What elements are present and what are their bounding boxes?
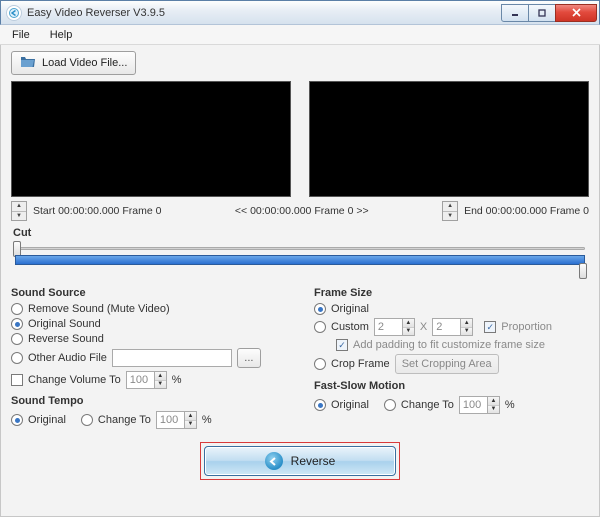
radio-remove-sound[interactable] (11, 303, 23, 315)
tempo-original-label: Original (28, 414, 66, 426)
timeline-info: ▲▼ Start 00:00:00.000 Frame 0 << 00:00:0… (11, 201, 589, 221)
original-sound-label: Original Sound (28, 318, 101, 330)
radio-tempo-change[interactable] (81, 414, 93, 426)
motion-spinner[interactable]: 100 ▲▼ (459, 396, 500, 414)
dimension-x: X (420, 321, 427, 333)
end-frame-spinner[interactable]: ▲▼ (442, 201, 458, 221)
crop-frame-label: Crop Frame (331, 358, 390, 370)
other-audio-label: Other Audio File (28, 352, 107, 364)
radio-motion-original[interactable] (314, 399, 326, 411)
menu-bar: File Help (0, 25, 600, 45)
proportion-label: Proportion (501, 321, 552, 333)
cut-thumb-end[interactable] (579, 263, 587, 279)
motion-original-label: Original (331, 399, 369, 411)
reverse-button[interactable]: Reverse (204, 446, 396, 476)
framesize-original-label: Original (331, 303, 369, 315)
video-preview-right (309, 81, 589, 197)
motion-title: Fast-Slow Motion (314, 380, 589, 392)
check-proportion[interactable] (484, 321, 496, 333)
motion-percent: % (505, 399, 515, 411)
video-preview-left (11, 81, 291, 197)
right-column: Frame Size Original Custom 2 ▲▼ X 2 ▲▼ P… (314, 285, 589, 432)
start-frame-spinner[interactable]: ▲▼ (11, 201, 27, 221)
radio-crop-frame[interactable] (314, 358, 326, 370)
video-preview-row (11, 81, 589, 197)
sound-tempo-title: Sound Tempo (11, 395, 286, 407)
reverse-label: Reverse (291, 454, 336, 468)
minimize-button[interactable] (501, 4, 529, 22)
tempo-change-label: Change To (98, 414, 151, 426)
reverse-sound-label: Reverse Sound (28, 333, 104, 345)
app-icon (6, 5, 22, 21)
maximize-button[interactable] (528, 4, 556, 22)
window-title: Easy Video Reverser V3.9.5 (27, 7, 502, 19)
volume-percent: % (172, 374, 182, 386)
radio-other-audio[interactable] (11, 352, 23, 364)
cut-label: Cut (13, 227, 589, 239)
radio-tempo-original[interactable] (11, 414, 23, 426)
menu-help[interactable]: Help (42, 27, 81, 43)
folder-icon (20, 55, 36, 72)
title-bar: Easy Video Reverser V3.9.5 (0, 0, 600, 25)
volume-spinner[interactable]: 100 ▲▼ (126, 371, 167, 389)
browse-audio-button[interactable]: ... (237, 348, 261, 368)
tempo-spinner[interactable]: 100 ▲▼ (156, 411, 197, 429)
client-area: Load Video File... ▲▼ Start 00:00:00.000… (0, 45, 600, 517)
check-add-padding[interactable] (336, 339, 348, 351)
radio-reverse-sound[interactable] (11, 333, 23, 345)
other-audio-path[interactable] (112, 349, 232, 367)
sound-source-title: Sound Source (11, 287, 286, 299)
change-volume-label: Change Volume To (28, 374, 121, 386)
start-time-label: Start 00:00:00.000 Frame 0 (33, 205, 161, 217)
radio-framesize-original[interactable] (314, 303, 326, 315)
remove-sound-label: Remove Sound (Mute Video) (28, 303, 170, 315)
motion-change-label: Change To (401, 399, 454, 411)
padding-label: Add padding to fit customize frame size (353, 339, 545, 351)
check-change-volume[interactable] (11, 374, 23, 386)
end-time-label: End 00:00:00.000 Frame 0 (464, 205, 589, 217)
radio-motion-change[interactable] (384, 399, 396, 411)
load-video-button[interactable]: Load Video File... (11, 51, 136, 75)
cut-track-top (15, 247, 585, 250)
custom-width-spinner[interactable]: 2 ▲▼ (374, 318, 415, 336)
set-cropping-button[interactable]: Set Cropping Area (395, 354, 499, 374)
mid-time-label: << 00:00:00.000 Frame 0 >> (167, 205, 436, 217)
cut-range-slider[interactable] (15, 243, 585, 277)
frame-size-title: Frame Size (314, 287, 589, 299)
window-controls (502, 4, 597, 22)
custom-height-spinner[interactable]: 2 ▲▼ (432, 318, 473, 336)
menu-file[interactable]: File (4, 27, 38, 43)
left-column: Sound Source Remove Sound (Mute Video) O… (11, 285, 286, 432)
tempo-percent: % (202, 414, 212, 426)
cut-track-fill (15, 255, 585, 265)
close-button[interactable] (555, 4, 597, 22)
reverse-arrow-icon (265, 452, 283, 470)
framesize-custom-label: Custom (331, 321, 369, 333)
radio-original-sound[interactable] (11, 318, 23, 330)
reverse-highlight: Reverse (200, 442, 400, 480)
load-video-label: Load Video File... (42, 57, 127, 69)
radio-framesize-custom[interactable] (314, 321, 326, 333)
